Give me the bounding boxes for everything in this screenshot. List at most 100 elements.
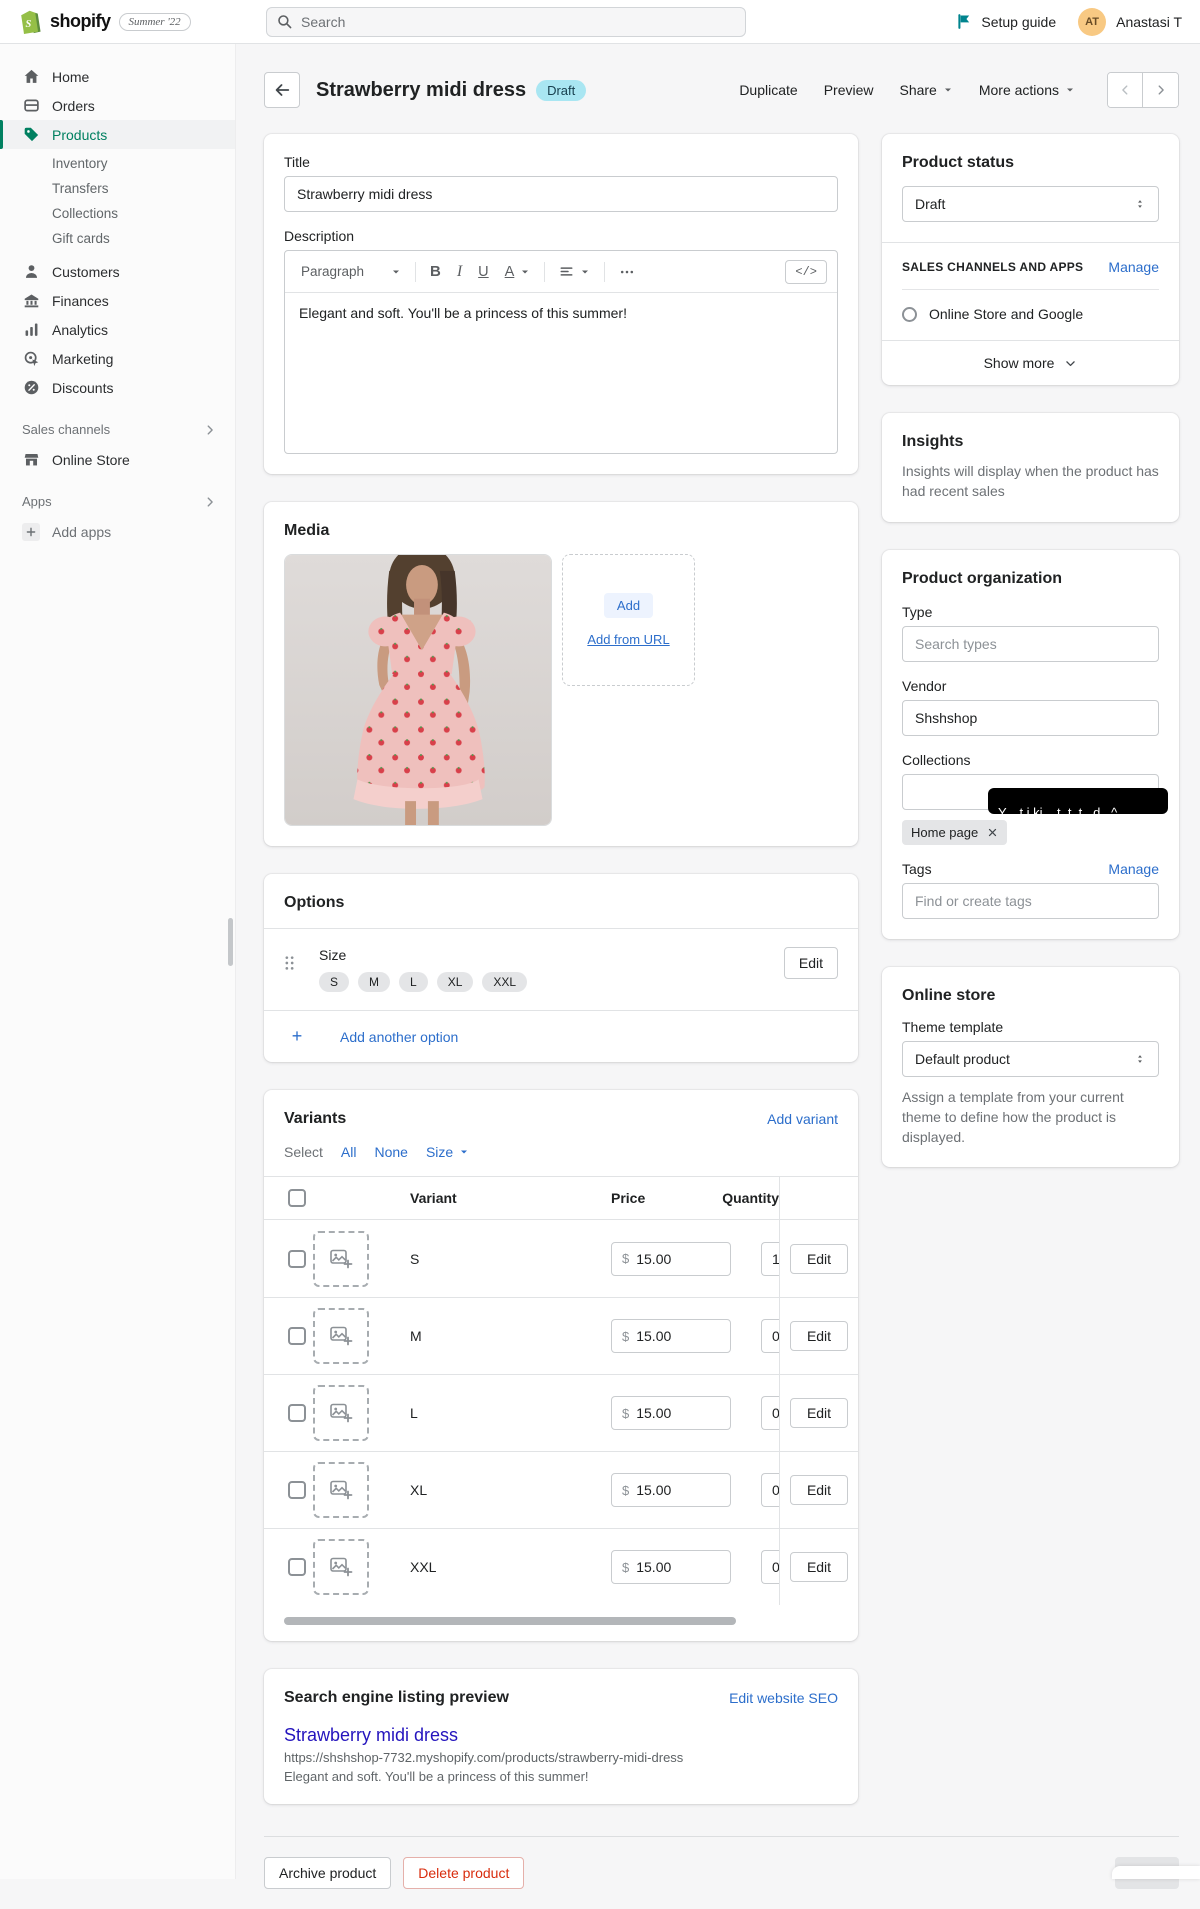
more-actions-button[interactable]: More actions	[979, 82, 1075, 98]
edit-option-button[interactable]: Edit	[784, 947, 838, 979]
quantity-input[interactable]	[762, 1482, 779, 1498]
more-formatting-button[interactable]	[611, 260, 643, 284]
theme-template-select[interactable]: Default product	[902, 1041, 1159, 1077]
global-search[interactable]	[266, 7, 746, 37]
variant-image-placeholder[interactable]	[313, 1539, 369, 1595]
quantity-input[interactable]	[762, 1251, 779, 1267]
sidebar-item-gift-cards[interactable]: Gift cards	[0, 226, 235, 251]
sidebar-item-analytics[interactable]: Analytics	[0, 315, 235, 344]
quantity-field-clipped[interactable]	[761, 1242, 779, 1276]
price-input[interactable]	[636, 1405, 720, 1421]
sidebar-item-customers[interactable]: Customers	[0, 257, 235, 286]
add-another-option-row[interactable]: + Add another option	[264, 1010, 858, 1062]
underline-button[interactable]: U	[470, 260, 496, 284]
quantity-input[interactable]	[762, 1328, 779, 1344]
manage-channels-link[interactable]: Manage	[1108, 259, 1159, 275]
sidebar-item-collections[interactable]: Collections	[0, 201, 235, 226]
show-more-button[interactable]: Show more	[902, 341, 1159, 385]
select-all-link[interactable]: All	[341, 1144, 357, 1160]
quantity-field-clipped[interactable]	[761, 1396, 779, 1430]
edit-variant-button[interactable]: Edit	[790, 1244, 848, 1274]
variant-image-placeholder[interactable]	[313, 1231, 369, 1287]
price-input[interactable]	[636, 1251, 720, 1267]
product-photo[interactable]	[284, 554, 552, 826]
add-media-dropzone[interactable]: Add Add from URL	[562, 554, 695, 686]
back-button[interactable]	[264, 72, 300, 108]
share-button[interactable]: Share	[899, 82, 952, 98]
delete-product-button[interactable]: Delete product	[403, 1857, 524, 1889]
shopify-logo[interactable]: S shopify Summer '22	[18, 9, 266, 35]
edit-variant-button[interactable]: Edit	[790, 1475, 848, 1505]
edit-variant-button[interactable]: Edit	[790, 1398, 848, 1428]
next-product-button[interactable]	[1143, 73, 1178, 107]
drag-handle-icon[interactable]	[284, 955, 295, 971]
price-field[interactable]: $	[611, 1473, 731, 1507]
sidebar-item-home[interactable]: Home	[0, 62, 235, 91]
sidebar-item-online-store[interactable]: Online Store	[0, 445, 235, 474]
apps-header[interactable]: Apps	[0, 486, 235, 517]
archive-product-button[interactable]: Archive product	[264, 1857, 391, 1889]
price-input[interactable]	[636, 1328, 720, 1344]
sidebar-item-discounts[interactable]: Discounts	[0, 373, 235, 402]
sidebar-item-transfers[interactable]: Transfers	[0, 176, 235, 201]
add-from-url-link[interactable]: Add from URL	[587, 632, 669, 647]
duplicate-button[interactable]: Duplicate	[739, 82, 797, 98]
search-input[interactable]	[301, 14, 735, 30]
variant-image-placeholder[interactable]	[313, 1308, 369, 1364]
edit-variant-button[interactable]: Edit	[790, 1552, 848, 1582]
vendor-input[interactable]	[902, 700, 1159, 736]
price-field[interactable]: $	[611, 1396, 731, 1430]
help-widget-clipped[interactable]	[1112, 1866, 1200, 1879]
alignment-button[interactable]	[551, 260, 598, 283]
prev-product-button[interactable]	[1108, 73, 1143, 107]
price-field[interactable]: $	[611, 1550, 731, 1584]
sales-channels-header[interactable]: Sales channels	[0, 414, 235, 445]
row-checkbox[interactable]	[288, 1481, 306, 1499]
select-all-checkbox[interactable]	[288, 1189, 306, 1207]
show-html-button[interactable]: </>	[785, 260, 827, 284]
row-checkbox[interactable]	[288, 1558, 306, 1576]
quantity-input[interactable]	[762, 1559, 779, 1575]
horizontal-scrollbar[interactable]	[284, 1617, 736, 1625]
variant-image-placeholder[interactable]	[313, 1462, 369, 1518]
edit-variant-button[interactable]: Edit	[790, 1321, 848, 1351]
quantity-field-clipped[interactable]	[761, 1473, 779, 1507]
manage-tags-link[interactable]: Manage	[1108, 861, 1159, 877]
account-menu[interactable]: AT Anastasi T	[1078, 8, 1182, 36]
price-field[interactable]: $	[611, 1319, 731, 1353]
row-checkbox[interactable]	[288, 1404, 306, 1422]
product-status-select[interactable]: Draft	[902, 186, 1159, 222]
price-field[interactable]: $	[611, 1242, 731, 1276]
edit-website-seo-link[interactable]: Edit website SEO	[729, 1690, 838, 1706]
title-input[interactable]	[284, 176, 838, 212]
add-variant-link[interactable]: Add variant	[767, 1111, 838, 1127]
price-input[interactable]	[636, 1559, 720, 1575]
sidebar-item-marketing[interactable]: Marketing	[0, 344, 235, 373]
setup-guide-button[interactable]: Setup guide	[956, 13, 1056, 30]
sidebar-item-orders[interactable]: Orders	[0, 91, 235, 120]
row-checkbox[interactable]	[288, 1327, 306, 1345]
quantity-input[interactable]	[762, 1405, 779, 1421]
bold-button[interactable]: B	[422, 259, 449, 284]
tags-input[interactable]	[902, 883, 1159, 919]
quantity-field-clipped[interactable]	[761, 1550, 779, 1584]
quantity-field-clipped[interactable]	[761, 1319, 779, 1353]
sidebar-item-finances[interactable]: Finances	[0, 286, 235, 315]
add-media-button[interactable]: Add	[604, 593, 653, 618]
sidebar-item-inventory[interactable]: Inventory	[0, 151, 235, 176]
italic-button[interactable]: I	[449, 259, 470, 285]
preview-button[interactable]: Preview	[824, 82, 874, 98]
description-input[interactable]: Elegant and soft. You'll be a princess o…	[285, 293, 837, 453]
text-color-button[interactable]: A	[497, 260, 539, 284]
type-input[interactable]	[902, 626, 1159, 662]
select-none-link[interactable]: None	[374, 1144, 407, 1160]
price-input[interactable]	[636, 1482, 720, 1498]
sidebar-scrollbar[interactable]	[228, 918, 233, 966]
remove-tag-icon[interactable]	[987, 827, 998, 838]
variant-image-placeholder[interactable]	[313, 1385, 369, 1441]
sidebar-item-products[interactable]: Products	[0, 120, 235, 149]
select-size-dropdown[interactable]: Size	[426, 1144, 469, 1160]
sidebar-item-add-apps[interactable]: Add apps	[0, 517, 235, 546]
paragraph-style-dropdown[interactable]: Paragraph	[293, 260, 409, 283]
row-checkbox[interactable]	[288, 1250, 306, 1268]
